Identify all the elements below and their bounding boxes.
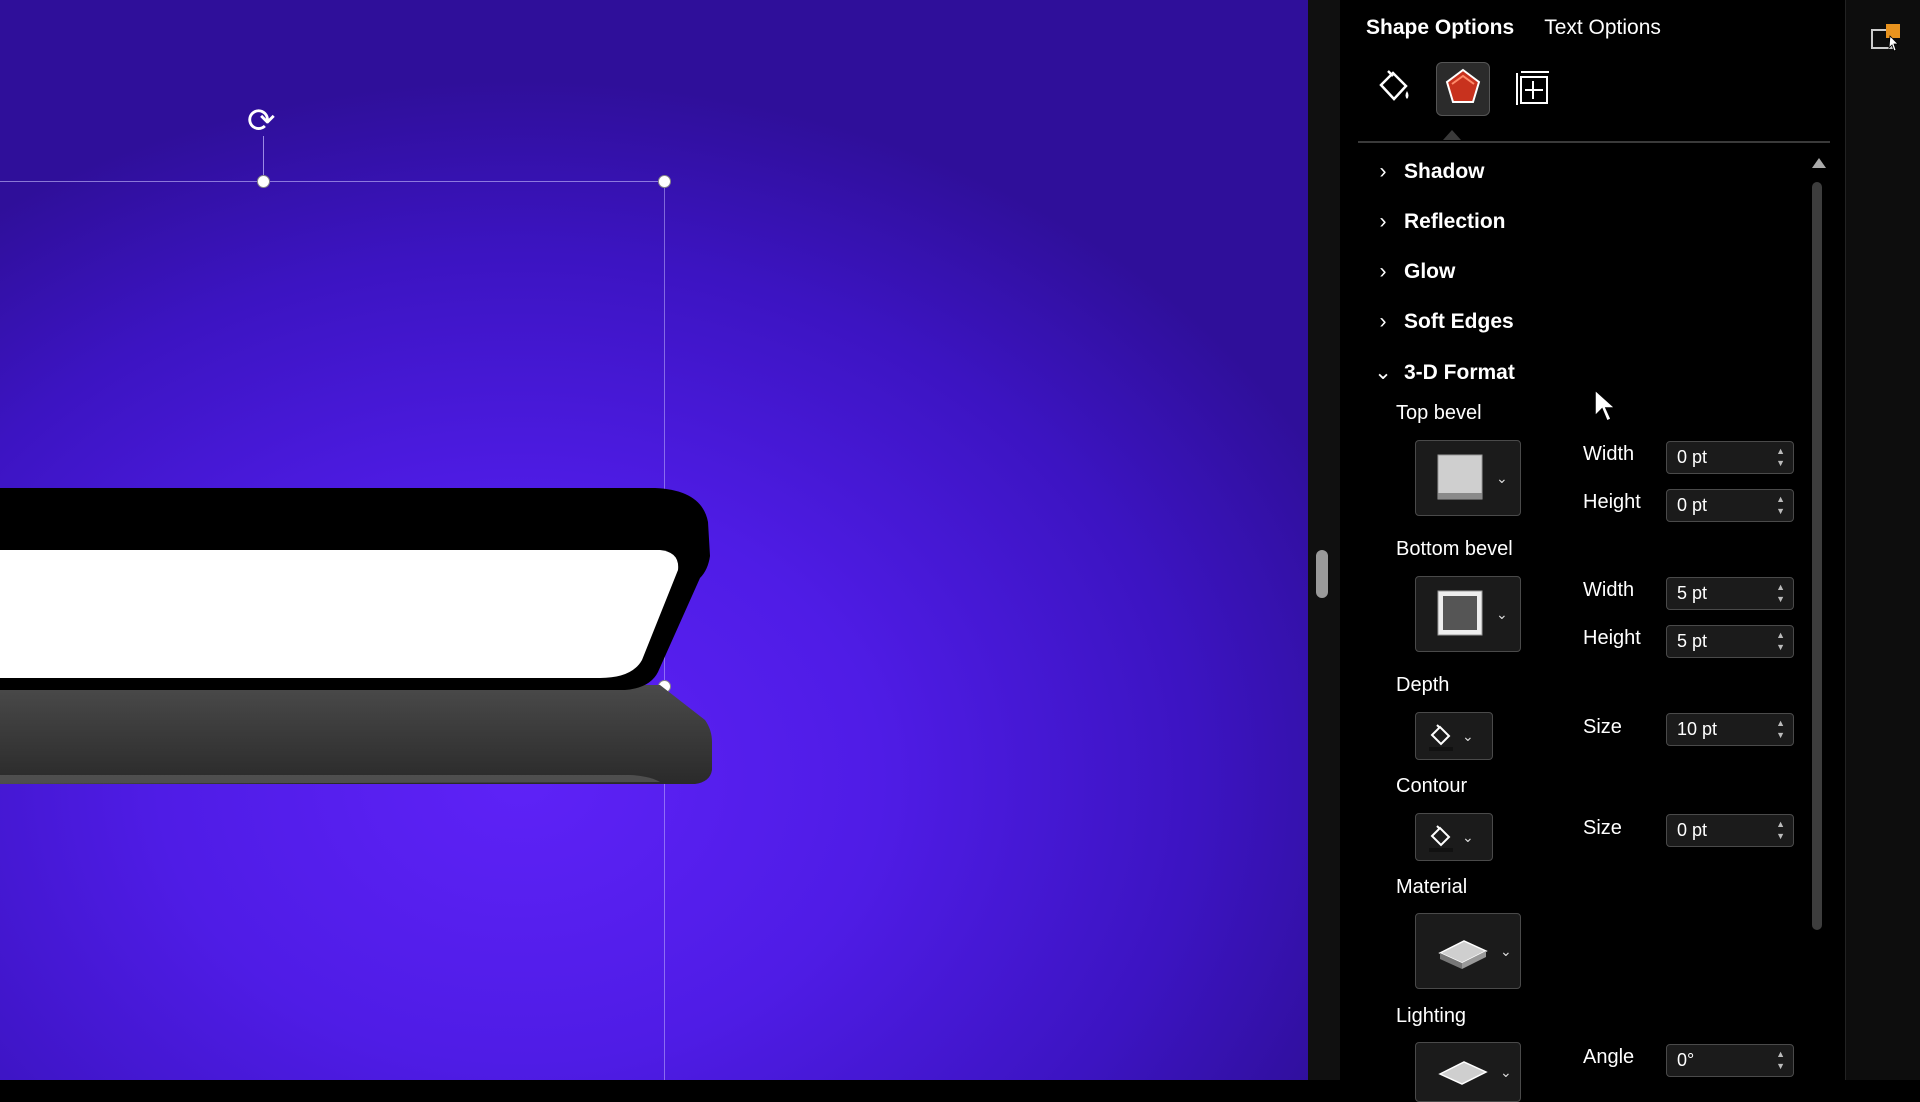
chevron-right-icon: › [1379, 260, 1387, 283]
bevel-preview-icon [1437, 590, 1483, 636]
spinner-arrows-icon[interactable]: ▲ ▼ [1776, 493, 1785, 517]
tab-shape-options[interactable]: Shape Options [1366, 16, 1514, 40]
bottom-bevel-width-value: 5 pt [1677, 583, 1708, 603]
contour-size-input[interactable]: 0 pt ▲ ▼ [1666, 814, 1794, 847]
material-gallery[interactable]: ⌄ [1415, 913, 1521, 989]
chevron-down-icon: ⌄ [1374, 361, 1392, 384]
contour-size-value: 0 pt [1677, 820, 1708, 840]
section-reflection[interactable]: › Reflection [1374, 210, 1506, 234]
contour-color-picker[interactable]: ⌄ [1415, 813, 1493, 861]
section-glow-label: Glow [1404, 260, 1456, 283]
bottom-bevel-height-value: 5 pt [1677, 631, 1708, 651]
fill-line-button[interactable] [1366, 62, 1420, 116]
bevel-preview-icon [1437, 454, 1483, 500]
size-properties-button[interactable] [1506, 62, 1560, 116]
lighting-angle-value: 0° [1677, 1050, 1695, 1070]
top-bevel-height-value: 0 pt [1677, 495, 1708, 515]
section-3d-format[interactable]: ⌄ 3-D Format [1374, 360, 1515, 385]
top-bevel-width-value: 0 pt [1677, 447, 1708, 467]
section-shadow[interactable]: › Shadow [1374, 160, 1485, 184]
top-bevel-label: Top bevel [1396, 402, 1482, 424]
section-shadow-label: Shadow [1404, 160, 1485, 183]
scrollbar-thumb[interactable] [1812, 182, 1822, 930]
depth-label: Depth [1396, 674, 1450, 696]
effects-button[interactable] [1436, 62, 1490, 116]
top-bevel-gallery[interactable]: ⌄ [1415, 440, 1521, 516]
chevron-down-icon: ⌄ [1500, 1063, 1512, 1080]
fill-line-icon [1373, 67, 1413, 112]
depth-size-value: 10 pt [1677, 719, 1718, 739]
top-bevel-width-input[interactable]: 0 pt ▲ ▼ [1666, 441, 1794, 474]
section-soft-edges-label: Soft Edges [1404, 310, 1514, 333]
spinner-arrows-icon[interactable]: ▲ ▼ [1776, 717, 1785, 741]
contour-label: Contour [1396, 775, 1468, 797]
bottom-bevel-width-input[interactable]: 5 pt ▲ ▼ [1666, 577, 1794, 610]
lighting-gallery[interactable]: ⌄ [1415, 1042, 1521, 1102]
chevron-down-icon: ⌄ [1462, 727, 1474, 744]
spinner-arrows-icon[interactable]: ▲ ▼ [1776, 629, 1785, 653]
chevron-down-icon: ⌄ [1496, 469, 1508, 486]
material-label: Material [1396, 876, 1468, 898]
pane-divider [1358, 141, 1830, 143]
spinner-arrows-icon[interactable]: ▲ ▼ [1776, 581, 1785, 605]
resize-handle-top-middle[interactable] [257, 175, 270, 188]
selection-border-top [0, 181, 665, 182]
material-preview-icon [1438, 940, 1488, 969]
chevron-right-icon: › [1379, 310, 1387, 333]
depth-color-picker[interactable]: ⌄ [1415, 712, 1493, 760]
size-properties-icon [1513, 67, 1553, 112]
depth-size-input[interactable]: 10 pt ▲ ▼ [1666, 713, 1794, 746]
depth-size-label: Size [1583, 716, 1622, 738]
spinner-arrows-icon[interactable]: ▲ ▼ [1776, 818, 1785, 842]
scroll-up-arrow-icon[interactable] [1812, 158, 1826, 168]
lighting-preview-icon [1438, 1061, 1488, 1085]
section-soft-edges[interactable]: › Soft Edges [1374, 310, 1514, 334]
section-3d-format-label: 3-D Format [1404, 360, 1515, 384]
bottom-bevel-gallery[interactable]: ⌄ [1415, 576, 1521, 652]
effects-icon [1443, 67, 1483, 112]
bottom-bevel-height-label: Height [1583, 627, 1641, 649]
chevron-down-icon: ⌄ [1496, 605, 1508, 622]
active-category-caret [1443, 130, 1461, 140]
section-reflection-label: Reflection [1404, 210, 1506, 233]
right-sidebar-strip [1845, 0, 1920, 1080]
paint-bucket-icon [1429, 825, 1453, 852]
format-shape-pane: Shape Options Text Options › Shadow › Refl… [1340, 0, 1845, 1102]
tab-text-options[interactable]: Text Options [1544, 16, 1661, 40]
top-bevel-height-label: Height [1583, 491, 1641, 513]
top-bevel-height-input[interactable]: 0 pt ▲ ▼ [1666, 489, 1794, 522]
chevron-right-icon: › [1379, 160, 1387, 183]
pane-splitter[interactable] [1308, 0, 1340, 1080]
options-tabs: Shape Options Text Options [1366, 16, 1661, 40]
bottom-bevel-label: Bottom bevel [1396, 538, 1513, 560]
spinner-arrows-icon[interactable]: ▲ ▼ [1776, 1048, 1785, 1072]
lighting-angle-input[interactable]: 0° ▲ ▼ [1666, 1044, 1794, 1077]
pane-options-icon[interactable] [1870, 22, 1902, 59]
rotate-handle-icon[interactable]: ⟳ [247, 104, 276, 138]
contour-size-label: Size [1583, 817, 1622, 839]
lighting-angle-label: Angle [1583, 1046, 1635, 1068]
pane-scrollbar[interactable] [1810, 158, 1826, 1080]
resize-handle-top-right[interactable] [658, 175, 671, 188]
section-glow[interactable]: › Glow [1374, 260, 1456, 284]
chevron-right-icon: › [1379, 210, 1387, 233]
bottom-bevel-width-label: Width [1583, 579, 1635, 601]
chevron-down-icon: ⌄ [1500, 942, 1512, 959]
spinner-arrows-icon[interactable]: ▲ ▼ [1776, 445, 1785, 469]
pane-resize-grip[interactable] [1316, 550, 1328, 598]
chevron-down-icon: ⌄ [1462, 828, 1474, 845]
bottom-bevel-height-input[interactable]: 5 pt ▲ ▼ [1666, 625, 1794, 658]
mouse-cursor-icon [1594, 388, 1617, 423]
paint-bucket-icon [1429, 724, 1453, 751]
top-bevel-width-label: Width [1583, 443, 1635, 465]
category-icon-row [1366, 62, 1560, 116]
3d-shape[interactable] [0, 260, 740, 1080]
lighting-label: Lighting [1396, 1005, 1467, 1027]
slide-canvas[interactable]: ⟳ [0, 0, 1308, 1080]
